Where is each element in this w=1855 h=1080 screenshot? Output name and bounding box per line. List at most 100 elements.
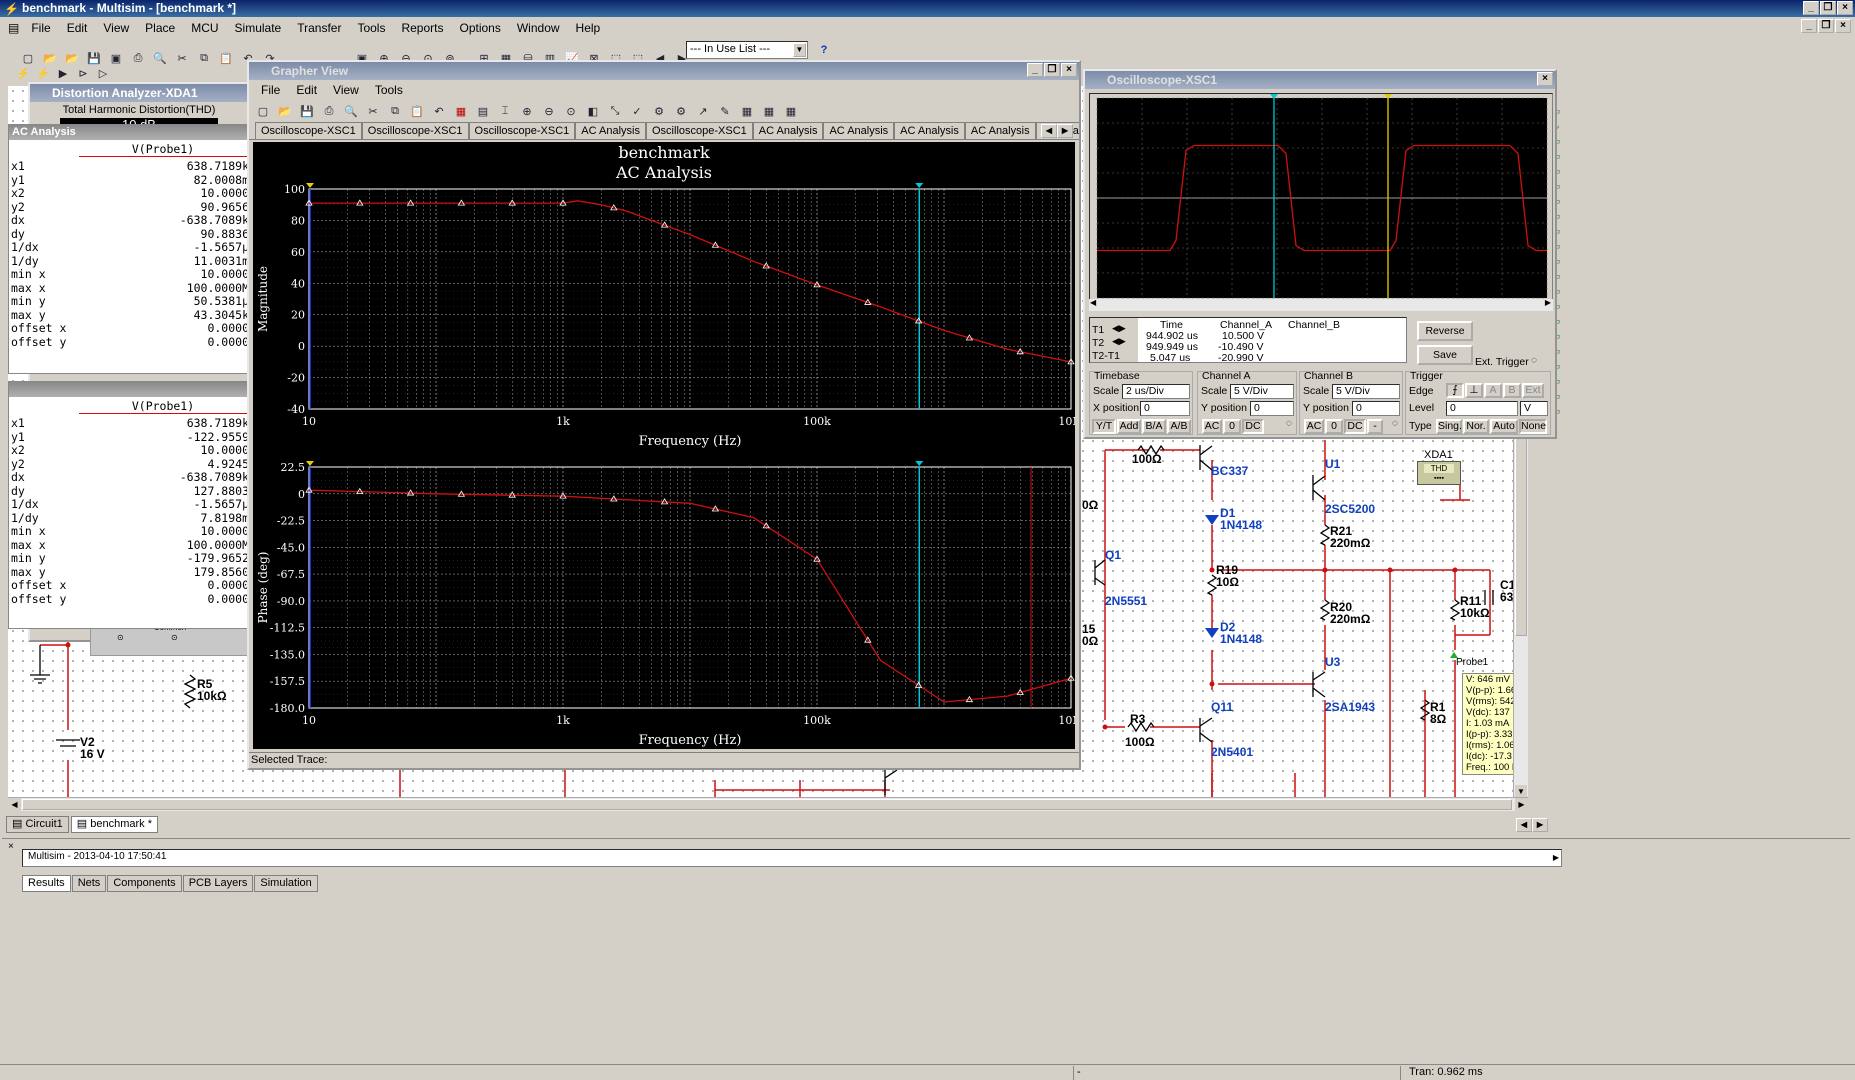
grapher-menu-edit[interactable]: Edit: [288, 83, 325, 97]
scroll-right-icon[interactable]: ▶: [1545, 298, 1551, 307]
trigger-level-field[interactable]: 0: [1446, 401, 1518, 416]
add-trace-icon[interactable]: ✎: [715, 101, 735, 121]
cha-terminal-icon[interactable]: ◌: [1286, 418, 1292, 429]
cha-ac-button[interactable]: AC: [1202, 419, 1222, 434]
save-icon[interactable]: 💾: [297, 101, 317, 121]
export-lvm-icon[interactable]: ▦: [759, 101, 779, 121]
schematic-hscrollbar[interactable]: ◀ ▶: [8, 797, 1528, 811]
doc-tab-left-icon[interactable]: ◀: [1516, 818, 1532, 832]
ext-trigger-terminal-icon[interactable]: ◌: [1531, 355, 1537, 366]
tab-oscilloscope-xsc1[interactable]: Oscilloscope-XSC1: [361, 122, 469, 139]
scope-close-button[interactable]: ×: [1537, 72, 1553, 86]
overlay-traces-icon[interactable]: ⤡: [605, 101, 625, 121]
export-icon[interactable]: ⚙: [649, 101, 669, 121]
t1-arrows-icon[interactable]: ◀▶: [1112, 323, 1126, 334]
add-button[interactable]: Add: [1117, 419, 1141, 434]
t2-arrows-icon[interactable]: ◀▶: [1112, 336, 1126, 347]
single-button[interactable]: Sing.: [1436, 419, 1462, 434]
select-marks-icon[interactable]: ✓: [627, 101, 647, 121]
trig-source-ext-button[interactable]: Ext: [1522, 383, 1544, 398]
trigger-level-unit[interactable]: V: [1520, 401, 1548, 416]
chb-0-button[interactable]: 0: [1325, 419, 1343, 434]
grid-icon[interactable]: ▦: [451, 101, 471, 121]
tab-pcb-layers[interactable]: PCB Layers: [182, 875, 254, 892]
cursor-panel-1[interactable]: AC Analysis × V(Probe1) x1 638.7189k y1 82.…: [8, 124, 258, 374]
ac-analysis-chart[interactable]: benchmarkAC Analysis100806040200-20-4010…: [253, 142, 1084, 749]
tab-components[interactable]: Components: [107, 875, 182, 892]
timebase-scale-field[interactable]: 2 us/Div: [1122, 384, 1190, 399]
cut-icon[interactable]: ✂: [363, 101, 383, 121]
grapher-window[interactable]: Grapher View _ ❐ × File Edit View Tools …: [247, 60, 1084, 770]
export-mathcad-icon[interactable]: ▦: [781, 101, 801, 121]
tab-results[interactable]: Results: [22, 875, 71, 892]
grapher-minimize-button[interactable]: _: [1027, 63, 1043, 77]
channel-a-scale-field[interactable]: 5 V/Div: [1230, 384, 1294, 399]
tab-ac-analysis[interactable]: AC Analysis: [823, 122, 895, 139]
hscroll-thumb[interactable]: [22, 799, 1512, 810]
channel-b-scale-field[interactable]: 5 V/Div: [1332, 384, 1400, 399]
xda1-instrument[interactable]: THD ▪▪▪▪: [1417, 461, 1461, 485]
trace-icon[interactable]: ↗: [693, 101, 713, 121]
cursor-icon[interactable]: ⌶: [495, 101, 515, 121]
grapher-menu-tools[interactable]: Tools: [367, 83, 411, 97]
open-icon[interactable]: 📂: [275, 101, 295, 121]
tab-oscilloscope-xsc1[interactable]: Oscilloscope-XSC1: [646, 122, 753, 139]
tab-circuit1[interactable]: ▤ Circuit1: [6, 816, 69, 833]
reverse-button[interactable]: Reverse: [1417, 321, 1473, 341]
chb-invert-button[interactable]: -: [1367, 419, 1383, 434]
tab-ac-analysis[interactable]: AC Analysis: [894, 122, 965, 139]
chb-terminal-icon[interactable]: ◌: [1392, 418, 1398, 429]
falling-edge-icon[interactable]: ⊥: [1465, 383, 1483, 398]
channel-b-ypos-field[interactable]: 0: [1352, 401, 1400, 416]
export-excel-icon[interactable]: ▦: [737, 101, 757, 121]
tab-right-icon[interactable]: ▶: [1057, 124, 1073, 138]
tab-ac-analysis[interactable]: AC Analysis: [575, 122, 646, 139]
tab-oscilloscope-xsc1[interactable]: Oscilloscope-XSC1: [255, 122, 362, 139]
scope-save-button[interactable]: Save: [1417, 345, 1473, 365]
tab-left-icon[interactable]: ◀: [1041, 124, 1057, 138]
tab-ac-analysis[interactable]: AC Analysis: [964, 122, 1036, 139]
scope-screen[interactable]: [1090, 94, 1552, 304]
tab-nets[interactable]: Nets: [71, 875, 107, 892]
terminal-common-icon[interactable]: ⊙: [171, 633, 178, 642]
ba-button[interactable]: B/A: [1142, 419, 1166, 434]
new-icon[interactable]: ▢: [253, 101, 273, 121]
trig-source-b-button[interactable]: B: [1503, 383, 1521, 398]
grapher-plot-area[interactable]: benchmark AC Analysis 100 80 60 40 20 0 -20 -40 10…: [253, 142, 1084, 749]
reverse-colors-icon[interactable]: ◧: [583, 101, 603, 121]
zoom-out-icon[interactable]: ⊖: [539, 101, 559, 121]
tab-simulation[interactable]: Simulation: [254, 875, 318, 892]
scroll-left-icon[interactable]: ◀: [1090, 298, 1096, 307]
cha-0-button[interactable]: 0: [1223, 419, 1241, 434]
zoom-fit-icon[interactable]: ⊙: [561, 101, 581, 121]
trig-source-a-button[interactable]: A: [1484, 383, 1502, 398]
print-preview-icon[interactable]: 🔍: [341, 101, 361, 121]
spreadsheet-close-icon[interactable]: ×: [8, 841, 14, 852]
scroll-right-icon[interactable]: ▶: [1515, 798, 1528, 811]
tab-ac-analysis[interactable]: AC Analysis: [752, 122, 824, 139]
scope-hscroll[interactable]: ◀ ▶: [1089, 298, 1553, 311]
terminal-icon[interactable]: ⊙: [117, 633, 124, 642]
auto-button[interactable]: Auto: [1490, 419, 1518, 434]
chb-dc-button[interactable]: DC: [1344, 419, 1366, 434]
cursor-panel-2[interactable]: × V(Probe1) x1 638.7189k y1 -122.9559 x2 10.0…: [8, 381, 258, 629]
oscilloscope-window[interactable]: Oscilloscope-XSC1 × ◀ ▶ T1 T2 T2-T1 ◀▶ ◀…: [1083, 69, 1557, 439]
paste-icon[interactable]: 📋: [407, 101, 427, 121]
grapher-menu-file[interactable]: File: [253, 83, 288, 97]
tab-benchmark[interactable]: ▤ benchmark *: [70, 816, 158, 833]
scroll-right-icon[interactable]: ▶: [1553, 851, 1559, 865]
copy-icon[interactable]: ⧉: [385, 101, 405, 121]
cha-dc-button[interactable]: DC: [1242, 419, 1264, 434]
zoom-in-icon[interactable]: ⊕: [517, 101, 537, 121]
chb-ac-button[interactable]: AC: [1304, 419, 1324, 434]
properties-icon[interactable]: ⚙: [671, 101, 691, 121]
print-icon[interactable]: ⎙: [319, 101, 339, 121]
normal-button[interactable]: Nor.: [1463, 419, 1489, 434]
ab-button[interactable]: A/B: [1167, 419, 1191, 434]
grapher-menu-view[interactable]: View: [325, 83, 367, 97]
x-position-field[interactable]: 0: [1140, 401, 1190, 416]
grapher-restore-button[interactable]: ❐: [1044, 63, 1060, 77]
channel-a-ypos-field[interactable]: 0: [1250, 401, 1294, 416]
none-button[interactable]: None: [1519, 419, 1547, 434]
doc-tab-right-icon[interactable]: ▶: [1532, 818, 1548, 832]
